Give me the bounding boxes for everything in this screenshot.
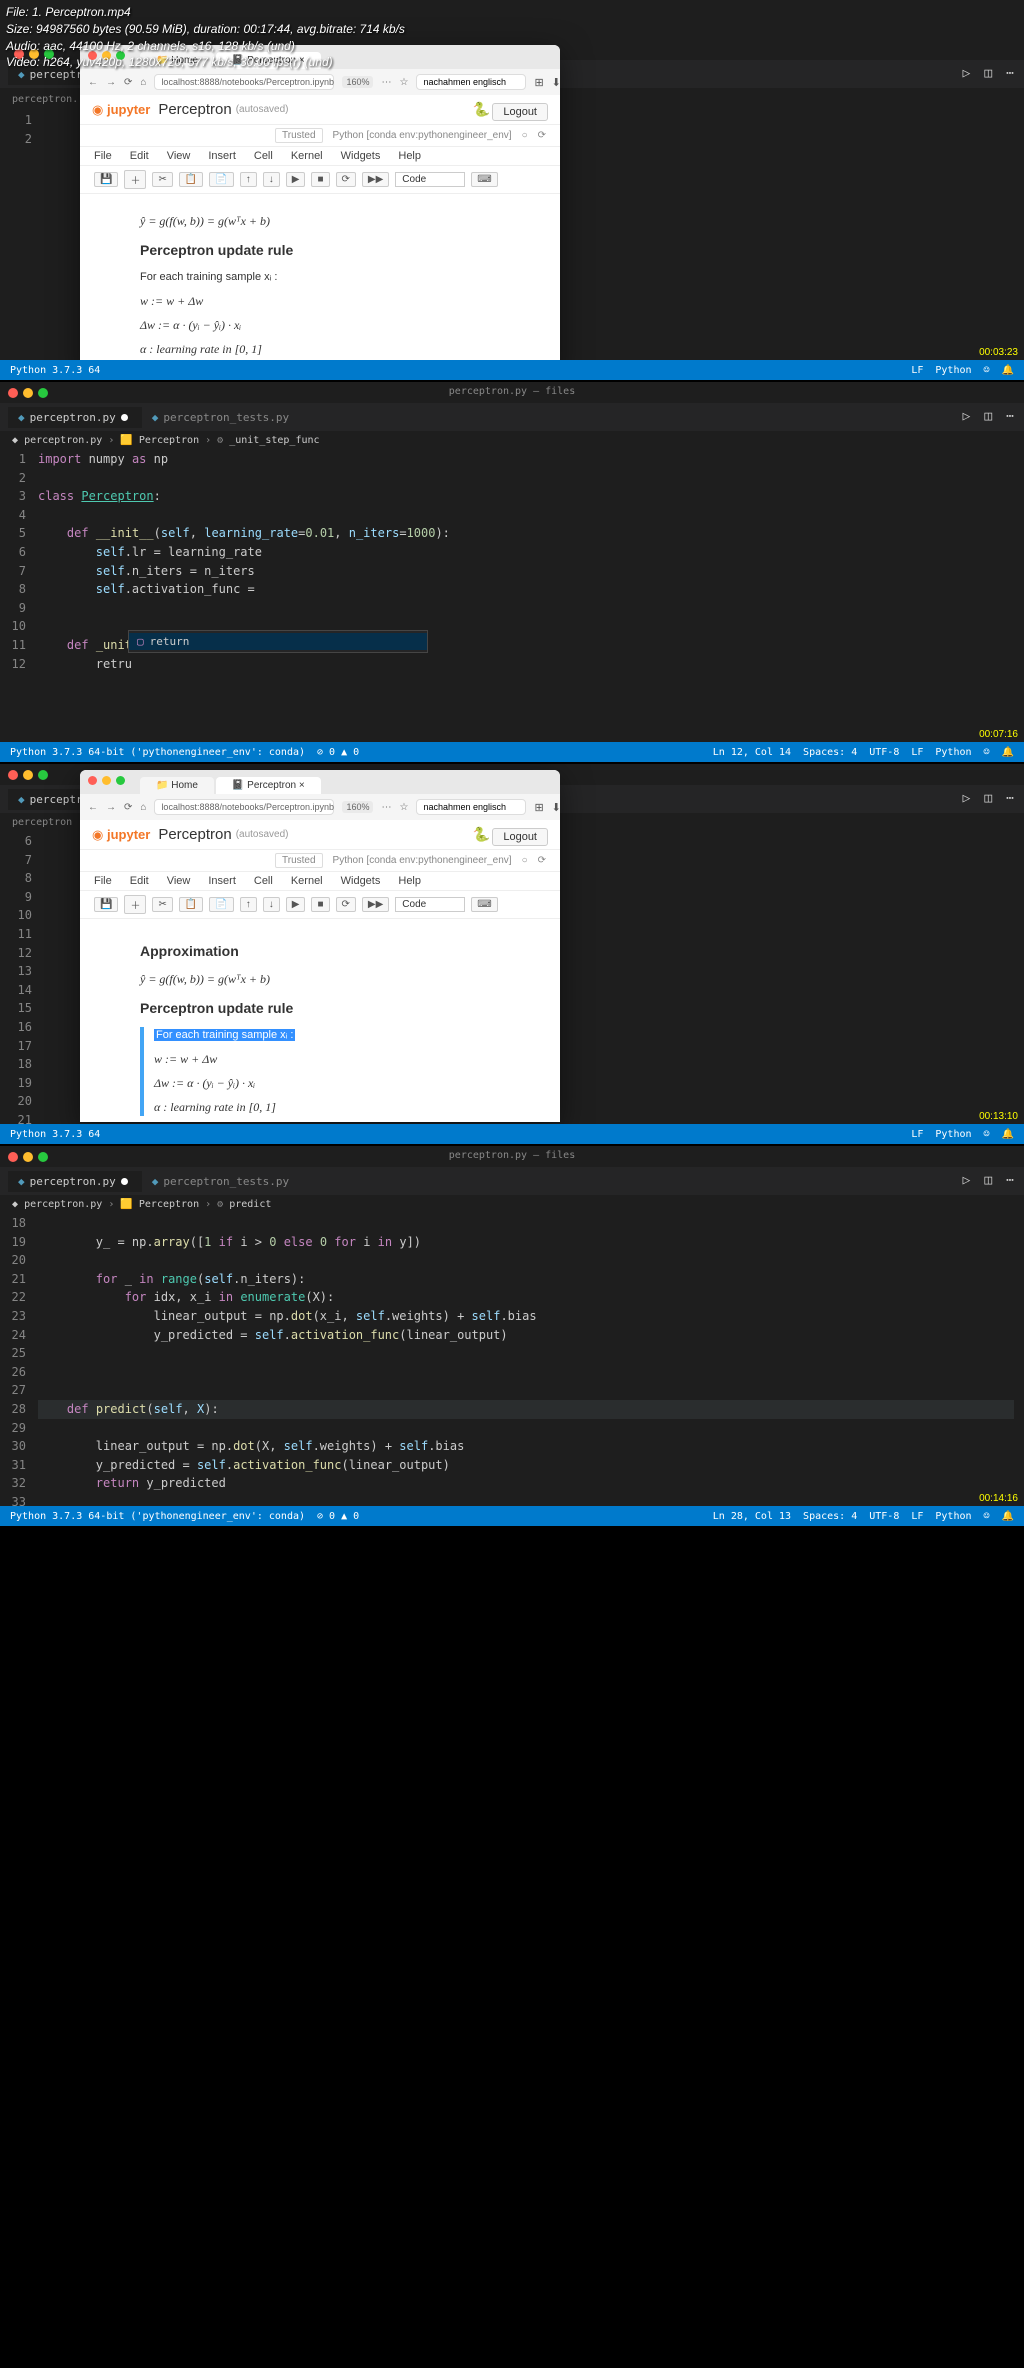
frame-4: perceptron.py — files ◆perceptron.py ◆pe… bbox=[0, 1146, 1024, 1526]
nav-back-icon[interactable]: ← bbox=[88, 77, 98, 88]
breadcrumb[interactable]: ◆ perceptron.py › 🟨 Perceptron › ⚙ _unit… bbox=[0, 431, 1024, 450]
run-icon[interactable]: ▷ bbox=[963, 66, 971, 81]
intellisense-popup[interactable]: ▢return bbox=[128, 630, 428, 653]
split-icon[interactable]: ◫ bbox=[984, 66, 992, 81]
jupyter-logo[interactable]: ◉ jupyter bbox=[92, 102, 150, 118]
split-icon[interactable]: ◫ bbox=[984, 409, 992, 424]
status-bar[interactable]: Python 3.7.3 64-bit ('pythonengineer_env… bbox=[0, 742, 1024, 762]
home-icon[interactable]: ⌂ bbox=[140, 77, 146, 88]
selected-text: For each training sample xᵢ : bbox=[154, 1029, 295, 1041]
kernel-name[interactable]: Python [conda env:pythonengineer_env] bbox=[333, 130, 512, 141]
tab-tests[interactable]: ◆perceptron_tests.py bbox=[142, 1171, 303, 1192]
browser-window-2: 📁 Home 📓 Perceptron × ←→⟳⌂ localhost:888… bbox=[80, 770, 560, 1122]
trusted-badge[interactable]: Trusted bbox=[275, 128, 323, 143]
frame-2: perceptron.py — files ◆perceptron.py ◆pe… bbox=[0, 382, 1024, 762]
status-bar[interactable]: Python 3.7.3 64-bit ('pythonengineer_env… bbox=[0, 1506, 1024, 1526]
logout-button[interactable]: Logout bbox=[492, 103, 548, 121]
more-icon[interactable]: ⋯ bbox=[1006, 66, 1014, 81]
tab-tests[interactable]: ◆perceptron_tests.py bbox=[142, 407, 303, 428]
heading: Perceptron update rule bbox=[140, 240, 530, 261]
zoom-level[interactable]: 160% bbox=[342, 76, 373, 88]
nav-fwd-icon[interactable]: → bbox=[106, 77, 116, 88]
frame-3: ◆perceptron.py ▷◫⋯ perceptron 6789101112… bbox=[0, 764, 1024, 1144]
tab-perceptron[interactable]: ◆perceptron.py bbox=[8, 1171, 142, 1192]
video-metadata-overlay: File: 1. Perceptron.mp4 Size: 94987560 b… bbox=[0, 0, 411, 75]
notebook-title[interactable]: Perceptron bbox=[158, 101, 231, 118]
menubar[interactable]: FileEditViewInsertCellKernelWidgetsHelp bbox=[80, 147, 560, 166]
url-bar[interactable]: localhost:8888/notebooks/Perceptron.ipyn… bbox=[154, 74, 334, 90]
toolbar[interactable]: 💾＋✂📋📄↑↓▶■⟳▶▶ Code⌨ bbox=[80, 166, 560, 194]
tab-perceptron[interactable]: ◆perceptron.py bbox=[8, 407, 142, 428]
browser-window-1: 📁 Home 📓 Perceptron × ←→⟳⌂ localhost:888… bbox=[80, 45, 560, 378]
search-input[interactable] bbox=[416, 74, 526, 90]
run-icon[interactable]: ▷ bbox=[963, 409, 971, 424]
status-bar[interactable]: Python 3.7.3 64 LFPython☺🔔 bbox=[0, 360, 1024, 380]
status-bar[interactable]: Python 3.7.3 64 LFPython☺🔔 bbox=[0, 1124, 1024, 1144]
reload-icon[interactable]: ⟳ bbox=[124, 77, 132, 88]
more-icon[interactable]: ⋯ bbox=[1006, 409, 1014, 424]
